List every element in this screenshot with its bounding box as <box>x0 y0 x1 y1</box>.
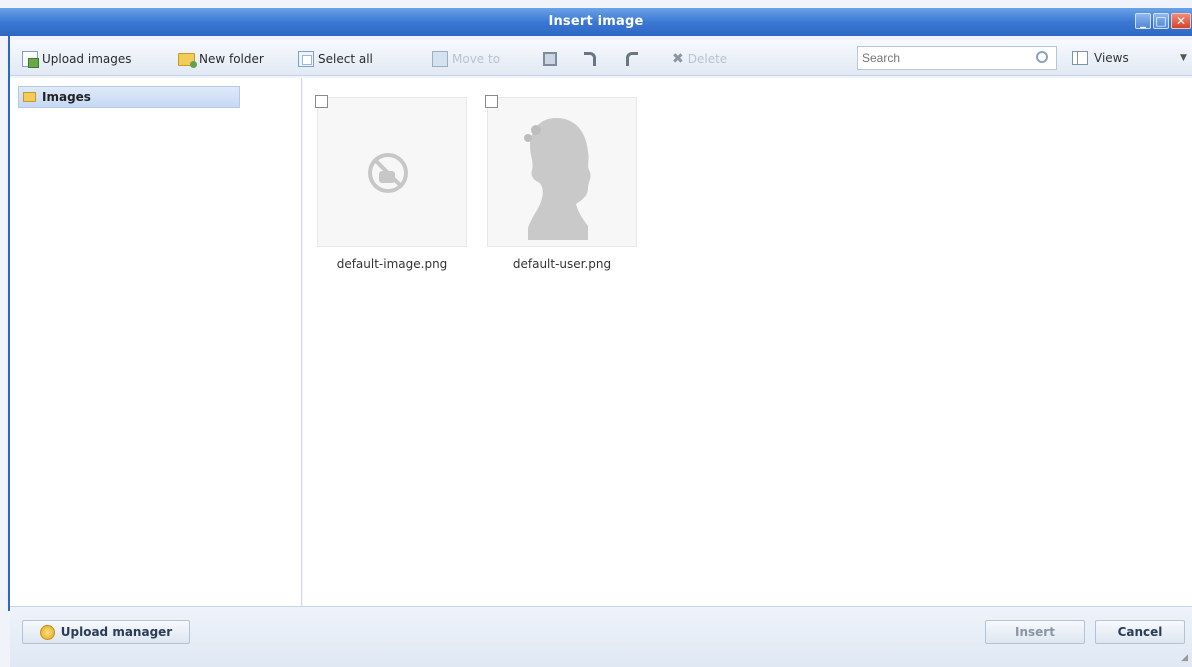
upload-icon <box>22 51 39 68</box>
search-icon[interactable] <box>1036 51 1048 63</box>
views-icon <box>1072 51 1088 65</box>
close-button[interactable]: ✕ <box>1171 13 1191 29</box>
cancel-label: Cancel <box>1117 625 1163 639</box>
cancel-button[interactable]: Cancel <box>1095 620 1185 644</box>
delete-label: Delete <box>687 52 728 66</box>
insert-label: Insert <box>1015 625 1055 639</box>
maximize-icon: □ <box>1155 14 1167 28</box>
minimize-button[interactable]: _ <box>1135 13 1151 29</box>
file-item[interactable]: default-image.png <box>315 95 467 287</box>
window-border <box>0 36 10 611</box>
crop-icon <box>543 52 557 66</box>
tree-item-images[interactable]: Images <box>18 86 240 108</box>
file-checkbox[interactable] <box>315 95 328 108</box>
insert-image-dialog: Insert image _ □ ✕ Upload images New fol… <box>0 0 1192 667</box>
file-item[interactable]: default-user.png <box>485 95 637 287</box>
toolbar: Upload images New folder Select all Move… <box>0 40 1192 76</box>
file-thumbnail[interactable] <box>317 97 467 247</box>
no-image-icon <box>368 153 408 193</box>
file-thumbnail[interactable] <box>487 97 637 247</box>
folder-icon <box>23 92 36 102</box>
new-folder-button[interactable]: New folder <box>178 50 264 68</box>
upload-manager-icon <box>39 624 55 640</box>
title-bar[interactable]: Insert image _ □ ✕ <box>0 8 1192 36</box>
views-label: Views <box>1094 51 1129 65</box>
move-to-label: Move to <box>452 52 501 66</box>
maximize-button[interactable]: □ <box>1153 13 1169 29</box>
resize-grip-icon[interactable]: ◢ <box>1181 653 1188 663</box>
user-silhouette-icon <box>524 118 591 240</box>
select-all-button[interactable]: Select all <box>298 50 373 68</box>
search-input[interactable] <box>862 49 1022 67</box>
upload-manager-label: Upload manager <box>60 625 173 639</box>
move-to-icon <box>432 51 448 67</box>
file-list: default-image.png default-user.png <box>303 78 1192 606</box>
views-button[interactable]: Views <box>1072 47 1129 69</box>
new-folder-label: New folder <box>199 52 264 66</box>
search-field[interactable] <box>857 46 1057 70</box>
tree-item-label: Images <box>42 90 91 104</box>
rotate-left-icon <box>584 52 596 66</box>
rotate-right-icon <box>626 52 638 66</box>
delete-icon: ✖ <box>672 51 684 67</box>
close-icon: ✕ <box>1175 14 1187 28</box>
rotate-right-button[interactable] <box>626 50 638 68</box>
move-to-button[interactable]: Move to <box>432 50 500 68</box>
window-title: Insert image <box>548 14 644 29</box>
file-checkbox[interactable] <box>485 95 498 108</box>
upload-images-button[interactable]: Upload images <box>22 50 132 68</box>
crop-button[interactable] <box>543 50 557 68</box>
upload-manager-button[interactable]: Upload manager <box>22 620 190 644</box>
folder-tree: Images <box>10 78 302 606</box>
new-folder-icon <box>178 52 197 68</box>
delete-button[interactable]: ✖ Delete <box>672 50 727 68</box>
insert-button[interactable]: Insert <box>985 620 1085 644</box>
file-name: default-image.png <box>336 257 448 271</box>
select-all-icon <box>298 51 314 67</box>
file-name: default-user.png <box>512 257 612 271</box>
select-all-label: Select all <box>318 52 373 66</box>
minimize-icon: _ <box>1140 14 1146 28</box>
footer-bar: Upload manager Insert Cancel ◢ <box>10 606 1192 667</box>
upload-images-label: Upload images <box>42 52 132 66</box>
views-dropdown-icon[interactable]: ▼ <box>1180 53 1187 63</box>
rotate-left-button[interactable] <box>584 50 596 68</box>
